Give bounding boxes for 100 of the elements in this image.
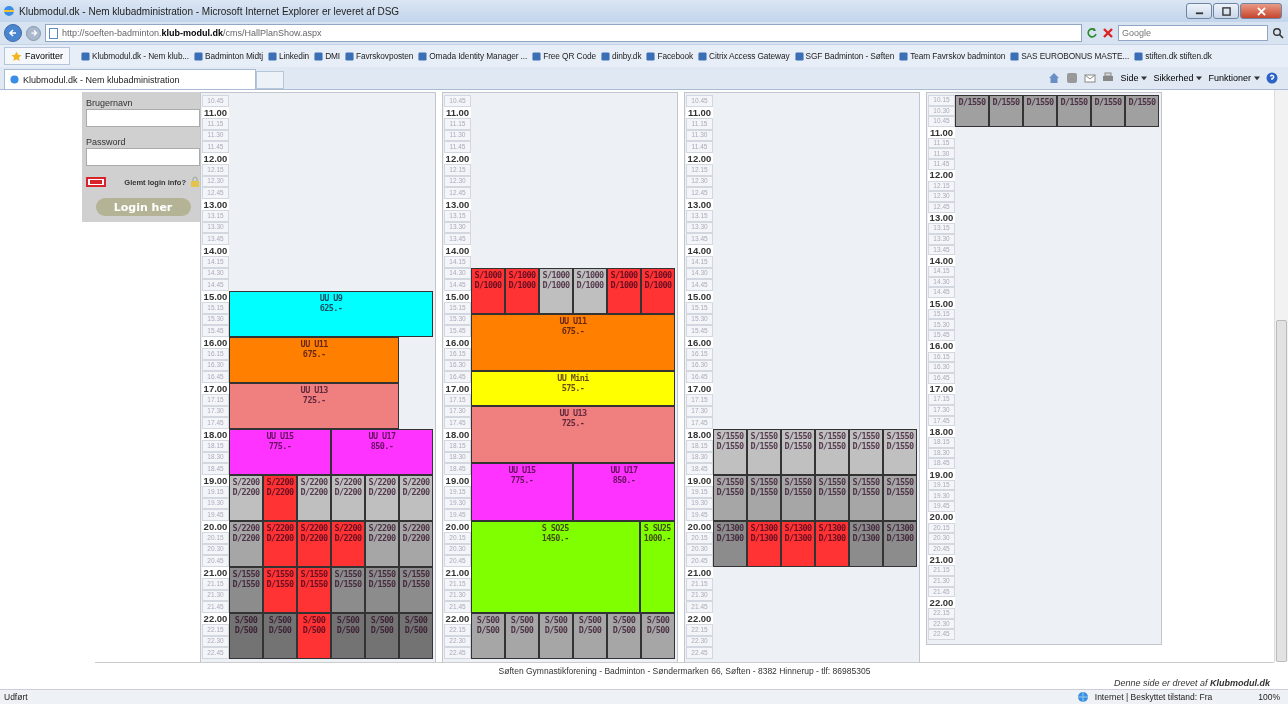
favorite-link[interactable]: DMI xyxy=(314,51,341,61)
zoom-level[interactable]: 100% xyxy=(1258,692,1280,702)
booking-cell[interactable]: UU U11 675.- xyxy=(471,313,675,371)
address-field[interactable]: http://soeften-badminton.klub-modul.dk/cms/HallPlanShow.aspx xyxy=(45,24,1082,42)
booking-cell[interactable]: S/2200 D/2200 xyxy=(263,474,297,521)
booking-cell[interactable]: S/2200 D/2200 xyxy=(331,520,365,567)
booking-cell[interactable]: S/1550 D/1550 xyxy=(781,474,815,521)
maximize-button[interactable] xyxy=(1213,3,1239,19)
booking-cell[interactable]: UU U11 675.- xyxy=(229,336,400,383)
booking-cell[interactable]: S/500 D/500 xyxy=(641,612,675,659)
booking-cell[interactable]: S/1550 D/1550 xyxy=(713,428,747,475)
minimize-button[interactable] xyxy=(1186,3,1212,19)
close-button[interactable] xyxy=(1240,3,1282,19)
password-field[interactable] xyxy=(86,148,200,166)
favorites-button[interactable]: Favoritter xyxy=(4,47,70,65)
booking-cell[interactable]: S/1000 D/1000 xyxy=(607,267,641,314)
booking-cell[interactable]: S/500 D/500 xyxy=(607,612,641,659)
booking-cell[interactable]: UU U13 725.- xyxy=(229,382,400,429)
booking-cell[interactable]: S/2200 D/2200 xyxy=(229,520,263,567)
booking-cell[interactable]: S/1550 D/1550 xyxy=(781,428,815,475)
booking-cell[interactable]: S/500 D/500 xyxy=(505,612,539,659)
booking-cell[interactable]: S/1000 D/1000 xyxy=(573,267,607,314)
booking-cell[interactable]: S/1550 D/1550 xyxy=(297,566,331,613)
booking-cell[interactable]: S/1550 D/1550 xyxy=(747,474,781,521)
booking-cell[interactable]: S SO25 1450.- xyxy=(471,520,640,613)
booking-cell[interactable]: S/1550 D/1550 xyxy=(713,474,747,521)
booking-cell[interactable]: S/1550 D/1550 xyxy=(263,566,297,613)
booking-cell[interactable]: S/1550 D/1550 xyxy=(883,428,917,475)
refresh-icon[interactable] xyxy=(1086,27,1098,39)
booking-cell[interactable]: UU Mini 575.- xyxy=(471,371,675,406)
favorite-link[interactable]: Linkedin xyxy=(268,51,310,61)
stop-icon[interactable] xyxy=(1102,27,1114,39)
booking-cell[interactable]: S/500 D/500 xyxy=(365,612,399,659)
booking-cell[interactable]: S/2200 D/2200 xyxy=(399,520,433,567)
favorite-link[interactable]: Facebook xyxy=(646,51,694,61)
booking-cell[interactable]: S/1550 D/1550 xyxy=(747,428,781,475)
booking-cell[interactable]: UU U15 775.- xyxy=(229,428,331,475)
booking-cell[interactable]: UU U15 775.- xyxy=(471,463,573,521)
forward-button[interactable] xyxy=(26,25,41,41)
favorite-link[interactable]: Team Favrskov badminton xyxy=(899,51,1006,61)
booking-cell[interactable]: S/1000 D/1000 xyxy=(539,267,573,314)
booking-cell[interactable]: S/1550 D/1550 xyxy=(849,474,883,521)
favorite-link[interactable]: dinby.dk xyxy=(600,51,642,61)
booking-cell[interactable]: D/1550 xyxy=(1125,95,1159,128)
booking-cell[interactable]: S/2200 D/2200 xyxy=(297,474,331,521)
mail-icon[interactable] xyxy=(1084,72,1097,84)
booking-cell[interactable]: S/1300 D/1300 xyxy=(815,520,849,567)
booking-cell[interactable]: S/1550 D/1550 xyxy=(883,474,917,521)
booking-cell[interactable]: S/1000 D/1000 xyxy=(641,267,675,314)
favorite-link[interactable]: Favrskovposten xyxy=(345,51,414,61)
booking-cell[interactable]: UU U9 625.- xyxy=(229,290,433,337)
booking-cell[interactable]: S/2200 D/2200 xyxy=(365,474,399,521)
booking-cell[interactable]: S/2200 D/2200 xyxy=(365,520,399,567)
booking-cell[interactable]: S/1550 D/1550 xyxy=(399,566,433,613)
home-icon[interactable] xyxy=(1048,72,1061,84)
booking-cell[interactable]: S/2200 D/2200 xyxy=(399,474,433,521)
booking-cell[interactable]: S/1550 D/1550 xyxy=(365,566,399,613)
booking-cell[interactable]: S/500 D/500 xyxy=(331,612,365,659)
booking-cell[interactable]: S/1550 D/1550 xyxy=(849,428,883,475)
printer-icon[interactable] xyxy=(1102,72,1115,84)
booking-cell[interactable]: UU U13 725.- xyxy=(471,405,675,463)
favorite-link[interactable]: Citrix Access Gateway xyxy=(698,51,790,61)
username-field[interactable] xyxy=(86,109,200,127)
search-field[interactable]: Google xyxy=(1118,25,1268,41)
booking-cell[interactable]: S/500 D/500 xyxy=(399,612,433,659)
command-menu[interactable]: Side xyxy=(1120,73,1148,83)
favorite-link[interactable]: Klubmodul.dk - Nem klub... xyxy=(81,51,190,61)
booking-cell[interactable]: UU U17 850.- xyxy=(573,463,675,521)
search-icon[interactable] xyxy=(1272,27,1284,39)
browser-tab[interactable]: Klubmodul.dk - Nem klubadministration xyxy=(4,69,256,89)
booking-cell[interactable]: S/1300 D/1300 xyxy=(849,520,883,567)
booking-cell[interactable]: S/500 D/500 xyxy=(539,612,573,659)
booking-cell[interactable]: S/500 D/500 xyxy=(263,612,297,659)
favorite-link[interactable]: Omada Identity Manager ... xyxy=(418,51,528,61)
back-button[interactable] xyxy=(4,24,22,42)
booking-cell[interactable]: D/1550 xyxy=(1091,95,1125,128)
booking-cell[interactable]: D/1550 xyxy=(1023,95,1057,128)
booking-cell[interactable]: S/2200 D/2200 xyxy=(297,520,331,567)
favorite-link[interactable]: SGF Badminton - Søften xyxy=(794,51,895,61)
booking-cell[interactable]: UU U17 850.- xyxy=(331,428,433,475)
booking-cell[interactable]: D/1550 xyxy=(955,95,989,128)
new-tab-button[interactable] xyxy=(256,71,284,89)
booking-cell[interactable]: S/1300 D/1300 xyxy=(713,520,747,567)
favorite-link[interactable]: Badminton Midtj xyxy=(194,51,264,61)
favorite-link[interactable]: Free QR Code xyxy=(532,51,596,61)
booking-cell[interactable]: S/500 D/500 xyxy=(573,612,607,659)
booking-cell[interactable]: S/2200 D/2200 xyxy=(229,474,263,521)
scrollbar[interactable] xyxy=(1274,90,1288,662)
booking-cell[interactable]: S/500 D/500 xyxy=(229,612,263,659)
booking-cell[interactable]: S/500 D/500 xyxy=(471,612,505,659)
booking-cell[interactable]: S/1550 D/1550 xyxy=(815,474,849,521)
booking-cell[interactable]: S/1550 D/1550 xyxy=(815,428,849,475)
booking-cell[interactable]: S/1300 D/1300 xyxy=(883,520,917,567)
booking-cell[interactable]: S/1550 D/1550 xyxy=(229,566,263,613)
booking-cell[interactable]: D/1550 xyxy=(989,95,1023,128)
booking-cell[interactable]: S/1000 D/1000 xyxy=(471,267,505,314)
booking-cell[interactable]: S/1300 D/1300 xyxy=(781,520,815,567)
command-menu[interactable]: Sikkerhed xyxy=(1153,73,1203,83)
booking-cell[interactable]: S/2200 D/2200 xyxy=(331,474,365,521)
booking-cell[interactable]: S/2200 D/2200 xyxy=(263,520,297,567)
